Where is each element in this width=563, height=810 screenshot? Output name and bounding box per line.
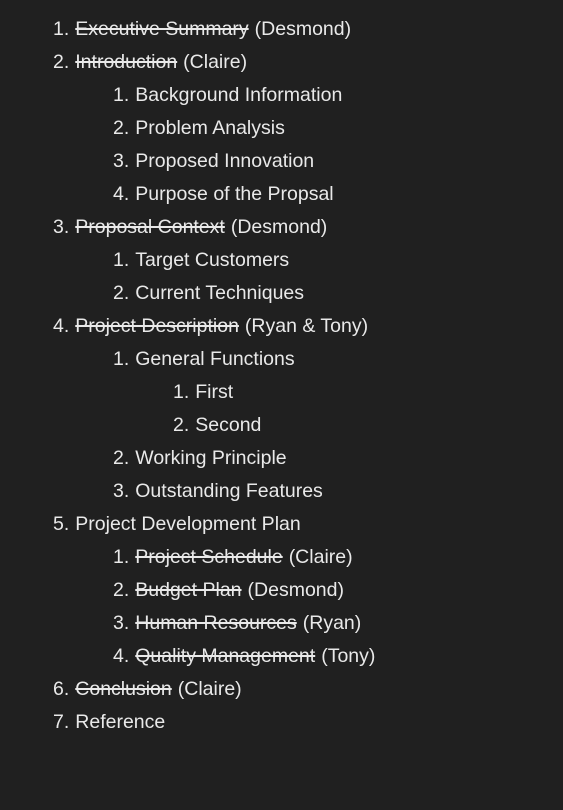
item-number: 2.: [113, 117, 130, 139]
item-number: 3.: [113, 150, 130, 172]
outline-item-level-2: 2. Budget Plan (Desmond): [0, 574, 563, 607]
item-owner: (Tony): [321, 645, 376, 667]
item-owner: (Claire): [183, 51, 248, 73]
item-title: Reference: [75, 711, 166, 733]
item-number: 2.: [113, 282, 130, 304]
outline-item-level-2: 2. Current Techniques: [0, 277, 563, 310]
document-outline: 1. Executive Summary (Desmond) 2. Introducti…: [0, 13, 563, 739]
item-owner: (Desmond): [230, 216, 328, 238]
item-number: 4.: [113, 645, 130, 667]
item-title-struck: Introduction: [75, 51, 178, 73]
item-number: 2.: [53, 51, 70, 73]
outline-item-level-3: 1. First: [0, 376, 563, 409]
item-title-struck: Project Description: [75, 315, 239, 337]
item-title-struck: Project Schedule: [135, 546, 283, 568]
item-title: Outstanding Features: [135, 480, 323, 502]
item-title-struck: Conclusion: [75, 678, 172, 700]
outline-item-level-2: 2. Working Principle: [0, 442, 563, 475]
item-number: 1.: [53, 18, 70, 40]
item-number: 3.: [113, 480, 130, 502]
outline-item-level-1: 6. Conclusion (Claire): [0, 673, 563, 706]
item-title-struck: Budget Plan: [135, 579, 242, 601]
item-number: 1.: [113, 348, 130, 370]
item-owner: (Claire): [288, 546, 353, 568]
item-number: 2.: [113, 447, 130, 469]
item-title: General Functions: [135, 348, 295, 370]
outline-item-level-2: 4. Purpose of the Propsal: [0, 178, 563, 211]
item-title: Target Customers: [135, 249, 290, 271]
item-number: 3.: [53, 216, 70, 238]
item-title: Second: [195, 414, 262, 436]
item-owner: (Desmond): [247, 579, 344, 601]
outline-item-level-1: 7. Reference: [0, 706, 563, 739]
outline-item-level-1: 3. Proposal Context (Desmond): [0, 211, 563, 244]
outline-item-level-1: 4. Project Description (Ryan & Tony): [0, 310, 563, 343]
outline-item-level-2: 3. Proposed Innovation: [0, 145, 563, 178]
item-title: Purpose of the Propsal: [135, 183, 334, 205]
item-number: 5.: [53, 513, 70, 535]
item-number: 4.: [113, 183, 130, 205]
item-owner: (Ryan): [302, 612, 362, 634]
item-title: First: [195, 381, 234, 403]
outline-item-level-1: 5. Project Development Plan: [0, 508, 563, 541]
outline-item-level-2: 1. Project Schedule (Claire): [0, 541, 563, 574]
outline-item-level-3: 2. Second: [0, 409, 563, 442]
item-title: Working Principle: [135, 447, 287, 469]
outline-item-level-2: 3. Outstanding Features: [0, 475, 563, 508]
item-title-struck: Proposal Context: [75, 216, 225, 238]
item-number: 7.: [53, 711, 70, 733]
item-title: Problem Analysis: [135, 117, 285, 139]
item-title-struck: Quality Management: [135, 645, 316, 667]
item-number: 1.: [113, 546, 130, 568]
item-title-struck: Executive Summary: [75, 18, 249, 40]
outline-item-level-2: 4. Quality Management (Tony): [0, 640, 563, 673]
item-number: 1.: [173, 381, 190, 403]
item-number: 6.: [53, 678, 70, 700]
item-title-struck: Human Resources: [135, 612, 297, 634]
item-number: 1.: [113, 249, 130, 271]
item-title: Project Development Plan: [75, 513, 301, 535]
outline-item-level-2: 1. Background Information: [0, 79, 563, 112]
item-owner: (Desmond): [254, 18, 352, 40]
outline-item-level-2: 3. Human Resources (Ryan): [0, 607, 563, 640]
item-number: 1.: [113, 84, 130, 106]
item-number: 2.: [173, 414, 190, 436]
item-title: Proposed Innovation: [135, 150, 315, 172]
item-number: 3.: [113, 612, 130, 634]
item-number: 4.: [53, 315, 70, 337]
outline-item-level-1: 2. Introduction (Claire): [0, 46, 563, 79]
item-title: Current Techniques: [135, 282, 305, 304]
item-title: Background Information: [135, 84, 343, 106]
item-owner: (Ryan & Tony): [244, 315, 369, 337]
outline-item-level-2: 2. Problem Analysis: [0, 112, 563, 145]
outline-item-level-2: 1. Target Customers: [0, 244, 563, 277]
item-owner: (Claire): [177, 678, 242, 700]
outline-item-level-1: 1. Executive Summary (Desmond): [0, 13, 563, 46]
outline-item-level-2: 1. General Functions: [0, 343, 563, 376]
item-number: 2.: [113, 579, 130, 601]
